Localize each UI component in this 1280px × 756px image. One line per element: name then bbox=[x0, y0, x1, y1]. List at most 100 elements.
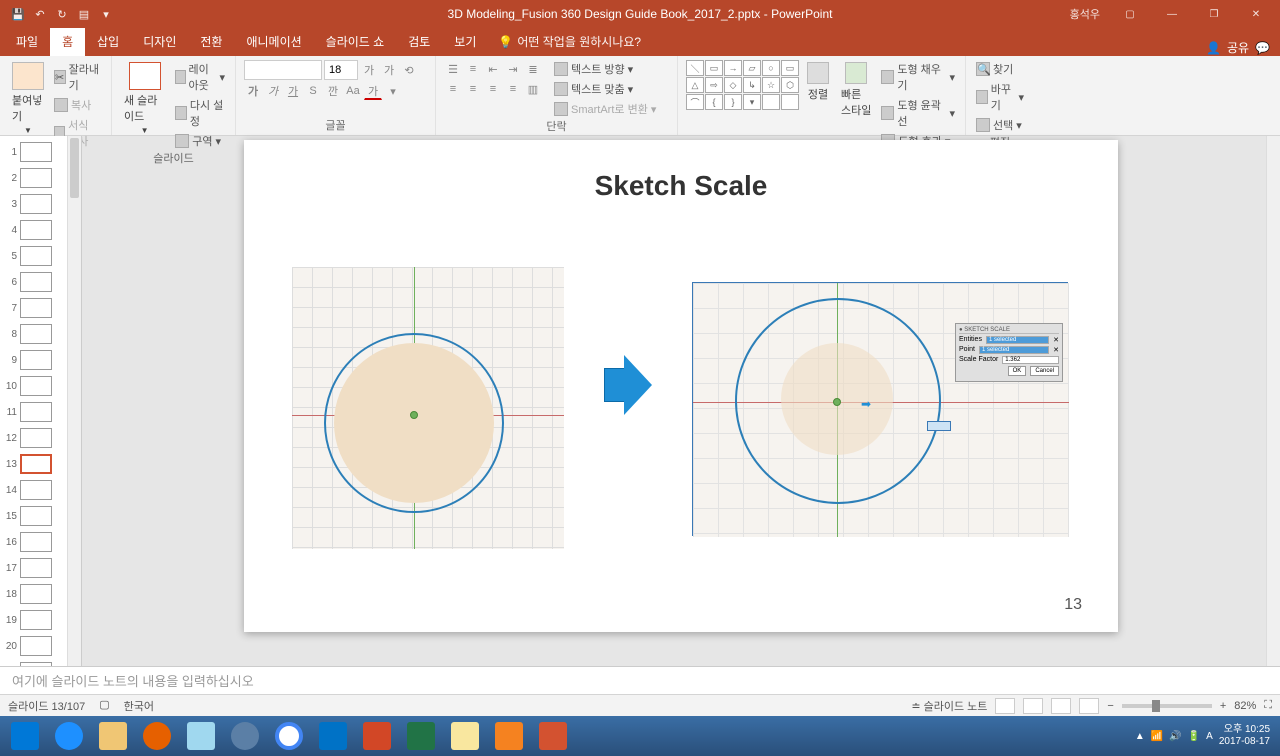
tab-file[interactable]: 파일 bbox=[4, 27, 50, 56]
notes-toggle[interactable]: ≐ 슬라이드 노트 bbox=[911, 698, 987, 714]
zoom-slider[interactable] bbox=[1122, 704, 1212, 708]
sorter-view-icon[interactable] bbox=[1023, 698, 1043, 714]
smartart-button[interactable]: SmartArt로 변환▾ bbox=[552, 100, 658, 118]
sticky-icon[interactable] bbox=[444, 719, 486, 753]
bullets-icon[interactable]: ☰ bbox=[444, 60, 462, 78]
firefox-icon[interactable] bbox=[136, 719, 178, 753]
chrome-icon[interactable] bbox=[268, 719, 310, 753]
align-left-icon[interactable]: ≡ bbox=[444, 80, 462, 98]
bold-icon[interactable]: 가 bbox=[244, 82, 262, 100]
shape-gallery-more-icon[interactable]: ▾ bbox=[743, 94, 761, 110]
tell-me-search[interactable]: 💡어떤 작업을 원하시나요? bbox=[488, 27, 651, 56]
shape-rect-icon[interactable]: ▭ bbox=[705, 60, 723, 76]
notes-pane[interactable]: 여기에 슬라이드 노트의 내용을 입력하십시오 bbox=[0, 666, 1280, 694]
tab-animations[interactable]: 애니메이션 bbox=[234, 27, 313, 56]
shape-outline-button[interactable]: 도형 윤곽선▾ bbox=[879, 96, 957, 130]
text-direction-button[interactable]: 텍스트 방향▾ bbox=[552, 60, 658, 78]
increase-font-icon[interactable]: 가 bbox=[360, 61, 378, 79]
spacing-icon[interactable]: Aa bbox=[344, 82, 362, 100]
thumbnail-15[interactable]: 15 bbox=[2, 504, 65, 528]
thumbnail-6[interactable]: 6 bbox=[2, 270, 65, 294]
layout-button[interactable]: 레이아웃▾ bbox=[173, 60, 227, 94]
qat-more-icon[interactable]: ▾ bbox=[96, 4, 116, 24]
clear-format-icon[interactable]: ⟲ bbox=[400, 61, 418, 79]
shape-line-icon[interactable]: ＼ bbox=[686, 60, 704, 76]
shape-curve-icon[interactable]: ⌒ bbox=[686, 94, 704, 110]
shape-connector-icon[interactable]: ↳ bbox=[743, 77, 761, 93]
thumbnail-21[interactable]: 21 bbox=[2, 660, 65, 666]
find-button[interactable]: 🔍찾기 bbox=[974, 60, 1026, 78]
clear-point-icon[interactable]: ✕ bbox=[1053, 346, 1059, 354]
start-from-beginning-icon[interactable]: ▤ bbox=[74, 4, 94, 24]
align-right-icon[interactable]: ≡ bbox=[484, 80, 502, 98]
fusion-icon[interactable] bbox=[488, 719, 530, 753]
undo-icon[interactable]: ↶ bbox=[30, 4, 50, 24]
language-indicator[interactable]: 한국어 bbox=[124, 698, 154, 714]
spell-icon[interactable]: ▢ bbox=[99, 698, 109, 714]
underline-icon[interactable]: 가 bbox=[284, 82, 302, 100]
editor-scrollbar[interactable] bbox=[1266, 136, 1280, 666]
thumbnail-9[interactable]: 9 bbox=[2, 348, 65, 372]
zoom-level[interactable]: 82% bbox=[1234, 700, 1256, 712]
right-diagram[interactable]: ➡ ● SKETCH SCALE Entities1 selected✕ Poi… bbox=[692, 282, 1068, 536]
tray-battery-icon[interactable]: 🔋 bbox=[1188, 731, 1200, 742]
italic-icon[interactable]: 가 bbox=[264, 82, 282, 100]
excel-icon[interactable] bbox=[400, 719, 442, 753]
shape-brace2-icon[interactable]: } bbox=[724, 94, 742, 110]
scrollbar-handle[interactable] bbox=[70, 138, 79, 198]
tray-up-icon[interactable]: ▲ bbox=[1135, 731, 1145, 742]
fit-icon[interactable]: ⛶ bbox=[1264, 699, 1272, 712]
cut-button[interactable]: ✂잘라내기 bbox=[52, 60, 103, 94]
slide-editor[interactable]: Sketch Scale bbox=[82, 136, 1280, 666]
thumbnail-2[interactable]: 2 bbox=[2, 166, 65, 190]
strike-icon[interactable]: S bbox=[304, 82, 322, 100]
indent-decrease-icon[interactable]: ⇤ bbox=[484, 60, 502, 78]
shape-rect3-icon[interactable]: ▭ bbox=[781, 60, 799, 76]
minimize-icon[interactable]: — bbox=[1152, 2, 1192, 26]
thumbnail-20[interactable]: 20 bbox=[2, 634, 65, 658]
tray-clock[interactable]: 오후 10:25 2017-08-17 bbox=[1219, 724, 1270, 748]
thumbnail-11[interactable]: 11 bbox=[2, 400, 65, 424]
ribbon-options-icon[interactable]: ▢ bbox=[1110, 2, 1150, 26]
share-button[interactable]: 공유 bbox=[1227, 39, 1249, 56]
system-tray[interactable]: ▲ 📶 🔊 🔋 A 오후 10:25 2017-08-17 bbox=[1135, 724, 1276, 748]
thumbnail-8[interactable]: 8 bbox=[2, 322, 65, 346]
font-color-icon[interactable]: 가 bbox=[364, 82, 382, 100]
thumbnail-7[interactable]: 7 bbox=[2, 296, 65, 320]
tab-slideshow[interactable]: 슬라이드 쇼 bbox=[314, 27, 397, 56]
reading-view-icon[interactable] bbox=[1051, 698, 1071, 714]
shape-rhomb-icon[interactable]: ◇ bbox=[724, 77, 742, 93]
comments-icon[interactable]: 💬 bbox=[1255, 41, 1270, 55]
tab-home[interactable]: 홈 bbox=[50, 27, 85, 56]
tab-design[interactable]: 디자인 bbox=[131, 27, 188, 56]
tab-view[interactable]: 보기 bbox=[442, 27, 488, 56]
justify-icon[interactable]: ≡ bbox=[504, 80, 522, 98]
decrease-font-icon[interactable]: 가 bbox=[380, 61, 398, 79]
quick-styles-button[interactable]: 빠른 스타일 bbox=[837, 60, 875, 120]
thumbnail-12[interactable]: 12 bbox=[2, 426, 65, 450]
select-button[interactable]: 선택▾ bbox=[974, 116, 1026, 134]
thumb-scrollbar[interactable] bbox=[67, 136, 81, 666]
outlook-icon[interactable] bbox=[312, 719, 354, 753]
font-size-input[interactable] bbox=[324, 60, 358, 80]
shape-arrow2-icon[interactable]: ⇨ bbox=[705, 77, 723, 93]
ie-icon[interactable] bbox=[48, 719, 90, 753]
shape-rect2-icon[interactable]: ▱ bbox=[743, 60, 761, 76]
new-slide-button[interactable]: 새 슬라이드 ▼ bbox=[120, 60, 169, 137]
zoom-out-icon[interactable]: − bbox=[1107, 700, 1113, 712]
thumbnail-panel[interactable]: 123456789101112131415161718192021 bbox=[0, 136, 82, 666]
replace-button[interactable]: 바꾸기▾ bbox=[974, 80, 1026, 114]
shape-brace1-icon[interactable]: { bbox=[705, 94, 723, 110]
thumbnail-10[interactable]: 10 bbox=[2, 374, 65, 398]
save-icon[interactable]: 💾 bbox=[8, 4, 28, 24]
font-family-input[interactable] bbox=[244, 60, 322, 80]
dialog-cancel-button[interactable]: Cancel bbox=[1030, 366, 1059, 376]
tab-insert[interactable]: 삽입 bbox=[85, 27, 131, 56]
app2-icon[interactable] bbox=[532, 719, 574, 753]
maximize-icon[interactable]: ❐ bbox=[1194, 2, 1234, 26]
shape-more1-icon[interactable]: ⬡ bbox=[781, 77, 799, 93]
thumbnail-4[interactable]: 4 bbox=[2, 218, 65, 242]
explorer-icon[interactable] bbox=[92, 719, 134, 753]
thumbnail-5[interactable]: 5 bbox=[2, 244, 65, 268]
tray-ime-icon[interactable]: A bbox=[1206, 731, 1213, 742]
